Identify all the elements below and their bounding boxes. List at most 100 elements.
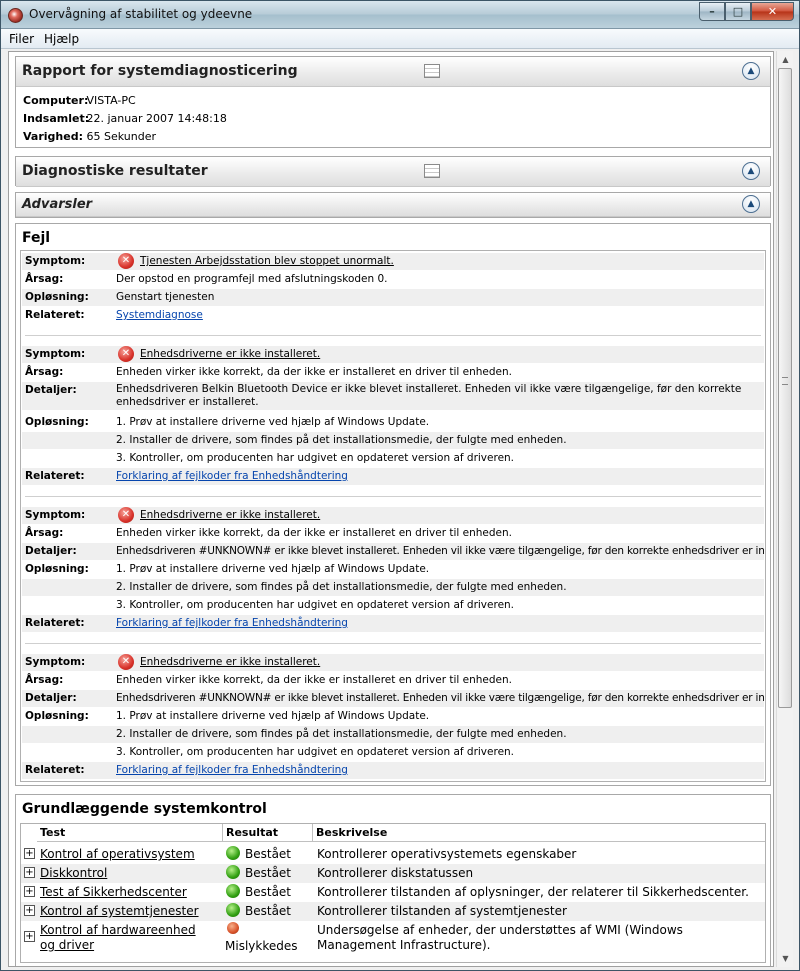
- error-4-cause: Årsag: Enheden virker ikke korrekt, da d…: [25, 674, 513, 686]
- error-3-step-1: Opløsning: 1. Prøv at installere drivern…: [25, 563, 430, 575]
- collapse-icon[interactable]: ▲: [742, 62, 760, 80]
- error-icon: ✕: [118, 346, 134, 362]
- error-3-cause: Årsag: Enheden virker ikke korrekt, da d…: [25, 527, 513, 539]
- table-row[interactable]: + Diskkontrol Bestået Kontrollerer disks…: [21, 864, 765, 883]
- symptom-text[interactable]: Tjenesten Arbejdsstation blev stoppet un…: [140, 255, 765, 267]
- expand-icon[interactable]: +: [24, 867, 35, 878]
- table-row[interactable]: + Kontrol af hardwareenhed og driver Mis…: [21, 921, 765, 955]
- divider: [25, 496, 761, 497]
- minimize-button[interactable]: –: [699, 2, 725, 21]
- diagnostic-title: Diagnostiske resultater: [22, 163, 208, 179]
- test-name[interactable]: Diskkontrol: [40, 866, 107, 880]
- error-2-symptom: Symptom: ✕ Enhedsdriverne er ikke instal…: [22, 346, 764, 363]
- symptom-text[interactable]: Enhedsdriverne er ikke installeret.: [140, 656, 765, 668]
- pass-icon: [226, 846, 240, 860]
- info-row-computer: Computer: VISTA-PC: [23, 94, 136, 107]
- error-icon: ✕: [118, 654, 134, 670]
- vertical-scrollbar[interactable]: ▲ ▼: [776, 51, 793, 967]
- error-2-cause: Årsag: Enheden virker ikke korrekt, da d…: [25, 366, 513, 378]
- related-link[interactable]: Forklaring af fejlkoder fra Enhedshåndte…: [116, 764, 765, 776]
- report-header[interactable]: Rapport for systemdiagnosticering ▲: [16, 57, 770, 87]
- scroll-down-icon[interactable]: ▼: [777, 950, 794, 967]
- title-bar[interactable]: Overvågning af stabilitet og ydeevne – □…: [1, 1, 799, 29]
- calendar-icon[interactable]: [424, 64, 440, 78]
- warnings-panel: Advarsler ▲: [15, 192, 771, 218]
- pass-icon: [226, 884, 240, 898]
- error-4-step-1: Opløsning: 1. Prøv at installere drivern…: [25, 710, 430, 722]
- error-4-step-3: 3. Kontroller, om producenten har udgive…: [116, 746, 515, 758]
- error-1-related: Relateret: Systemdiagnose: [22, 307, 764, 324]
- info-row-collected: Indsamlet: 22. januar 2007 14:48:18: [23, 112, 227, 125]
- info-row-duration: Varighed: 65 Sekunder: [23, 130, 156, 143]
- errors-list: Symptom: ✕ Tjenesten Arbejdsstation blev…: [20, 250, 766, 782]
- table-row[interactable]: + Kontrol af operativsystem Bestået Kont…: [21, 845, 765, 864]
- error-4-symptom: Symptom: ✕ Enhedsdriverne er ikke instal…: [22, 654, 764, 671]
- menu-file[interactable]: Filer: [9, 32, 34, 46]
- report-content: Rapport for systemdiagnosticering ▲ Comp…: [8, 51, 774, 967]
- related-link[interactable]: Forklaring af fejlkoder fra Enhedshåndte…: [116, 470, 765, 482]
- close-button[interactable]: ✕: [751, 2, 794, 21]
- related-link[interactable]: Systemdiagnose: [116, 309, 765, 321]
- divider: [25, 335, 761, 336]
- pass-icon: [226, 865, 240, 879]
- divider: [25, 643, 761, 644]
- app-icon: [8, 8, 23, 23]
- scroll-thumb[interactable]: [778, 68, 792, 708]
- basic-check-panel: Grundlæggende systemkontrol Test Resulta…: [15, 794, 771, 966]
- symptom-text[interactable]: Enhedsdriverne er ikke installeret.: [140, 348, 765, 360]
- expand-icon[interactable]: +: [24, 848, 35, 859]
- error-2-step-2: 2. Installer de drivere, som findes på d…: [22, 432, 764, 449]
- menu-help[interactable]: Hjælp: [44, 32, 79, 46]
- error-2-related: Relateret: Forklaring af fejlkoder fra E…: [22, 468, 764, 485]
- warnings-header[interactable]: Advarsler ▲: [16, 193, 770, 217]
- error-3-step-3: 3. Kontroller, om producenten har udgive…: [116, 599, 515, 611]
- column-header-result[interactable]: Resultat: [223, 824, 313, 842]
- test-name[interactable]: Kontrol af hardwareenhed og driver: [40, 923, 212, 953]
- related-link[interactable]: Forklaring af fejlkoder fra Enhedshåndte…: [116, 617, 765, 629]
- error-1-cause: Årsag: Der opstod en programfejl med afs…: [25, 273, 388, 285]
- collapse-icon[interactable]: ▲: [742, 162, 760, 180]
- error-1-solution: Opløsning: Genstart tjenesten: [22, 289, 764, 306]
- expand-icon[interactable]: +: [24, 886, 35, 897]
- symptom-text[interactable]: Enhedsdriverne er ikke installeret.: [140, 509, 765, 521]
- error-icon: ✕: [118, 253, 134, 269]
- error-3-details: Detaljer: Enhedsdriveren #UNKNOWN# er ik…: [22, 543, 765, 560]
- pass-icon: [226, 903, 240, 917]
- error-1-symptom: Symptom: ✕ Tjenesten Arbejdsstation blev…: [22, 253, 764, 270]
- window-title: Overvågning af stabilitet og ydeevne: [29, 7, 253, 21]
- expand-icon[interactable]: +: [24, 931, 35, 942]
- main-window: Overvågning af stabilitet og ydeevne – □…: [0, 0, 800, 971]
- error-4-related: Relateret: Forklaring af fejlkoder fra E…: [22, 762, 764, 779]
- report-panel: Rapport for systemdiagnosticering ▲ Comp…: [15, 56, 771, 148]
- test-name[interactable]: Kontrol af operativsystem: [40, 847, 195, 861]
- basic-check-table: Test Resultat Beskrivelse + Kontrol af o…: [20, 823, 766, 963]
- error-3-related: Relateret: Forklaring af fejlkoder fra E…: [22, 615, 764, 632]
- column-header-test[interactable]: Test: [37, 824, 223, 842]
- test-name[interactable]: Test af Sikkerhedscenter: [40, 885, 187, 899]
- column-header-description[interactable]: Beskrivelse: [313, 824, 765, 842]
- error-icon: ✕: [118, 507, 134, 523]
- diagnostic-header[interactable]: Diagnostiske resultater ▲: [16, 157, 770, 187]
- basic-check-title: Grundlæggende systemkontrol: [22, 801, 267, 817]
- error-2-step-3: 3. Kontroller, om producenten har udgive…: [116, 452, 515, 464]
- error-3-step-2: 2. Installer de drivere, som findes på d…: [22, 579, 764, 596]
- diagnostic-panel: Diagnostiske resultater ▲: [15, 156, 771, 187]
- table-row[interactable]: + Kontrol af systemtjenester Bestået Kon…: [21, 902, 765, 921]
- error-2-step-1: Opløsning: 1. Prøv at installere drivern…: [25, 416, 430, 428]
- menu-bar: Filer Hjælp: [1, 29, 799, 49]
- error-3-symptom: Symptom: ✕ Enhedsdriverne er ikke instal…: [22, 507, 764, 524]
- collapse-icon[interactable]: ▲: [742, 195, 760, 213]
- maximize-button[interactable]: □: [725, 2, 751, 21]
- fail-icon: [227, 922, 239, 934]
- expand-icon[interactable]: +: [24, 905, 35, 916]
- scroll-up-icon[interactable]: ▲: [777, 51, 794, 68]
- table-row[interactable]: + Test af Sikkerhedscenter Bestået Kontr…: [21, 883, 765, 902]
- error-2-details: Detaljer: Enhedsdriveren Belkin Bluetoot…: [22, 382, 764, 410]
- errors-title: Fejl: [22, 230, 51, 246]
- errors-panel: Fejl Symptom: ✕ Tjenesten Arbejdsstation…: [15, 223, 771, 786]
- warnings-title: Advarsler: [22, 197, 93, 212]
- report-title: Rapport for systemdiagnosticering: [22, 63, 298, 79]
- calendar-icon[interactable]: [424, 164, 440, 178]
- error-4-details: Detaljer: Enhedsdriveren #UNKNOWN# er ik…: [22, 690, 765, 707]
- test-name[interactable]: Kontrol af systemtjenester: [40, 904, 199, 918]
